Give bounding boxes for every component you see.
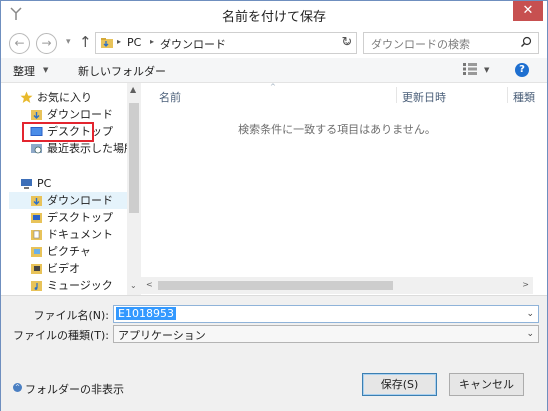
scroll-right-icon[interactable]: >	[522, 280, 529, 289]
nav-favorites[interactable]: お気に入り	[20, 89, 125, 106]
address-row: ← → ▾ ↑ ▸ PC ▸ ダウンロード ⌄ ↻ ダウンロードの検索	[1, 28, 547, 58]
nav-item-label: ミュージック	[47, 279, 113, 292]
horizontal-scrollbar[interactable]: < >	[141, 277, 533, 294]
nav-pc[interactable]: PC	[20, 175, 125, 192]
search-icon	[521, 36, 532, 47]
download-folder-icon	[31, 196, 42, 206]
collapse-icon: ^	[13, 383, 22, 392]
nav-item-desktop[interactable]: デスクトップ	[30, 209, 125, 226]
breadcrumb-separator: ▸	[117, 37, 122, 46]
command-bar: 整理 ▼ 新しいフォルダー ▼ ?	[1, 58, 547, 83]
desktop-icon	[31, 213, 42, 223]
breadcrumb-pc[interactable]: PC	[127, 36, 141, 49]
filetype-value: アプリケーション	[118, 329, 206, 342]
videos-icon	[31, 264, 42, 274]
title-bar: 名前を付けて保存 ✕	[1, 1, 547, 28]
highlight-annotation	[22, 122, 94, 142]
breadcrumb-downloads[interactable]: ダウンロード	[160, 36, 226, 52]
music-icon	[31, 281, 42, 291]
nav-item-downloads[interactable]: ダウンロード	[9, 192, 127, 209]
nav-item-label: 最近表示した場所	[47, 142, 135, 155]
chevron-down-icon: ▼	[43, 66, 49, 74]
search-input[interactable]: ダウンロードの検索	[363, 32, 539, 54]
column-header-type[interactable]: 種類	[513, 89, 535, 105]
new-folder-button[interactable]: 新しいフォルダー	[78, 63, 166, 79]
cancel-button[interactable]: キャンセル	[449, 373, 524, 396]
column-divider[interactable]	[507, 87, 508, 103]
scroll-up-icon[interactable]: ▲	[130, 85, 136, 94]
nav-item-label: ダウンロード	[47, 108, 113, 121]
nav-item-documents[interactable]: ドキュメント	[30, 226, 125, 243]
column-header-name[interactable]: 名前	[159, 89, 181, 105]
filetype-select[interactable]: アプリケーション ⌄	[113, 325, 539, 343]
nav-item-videos[interactable]: ビデオ	[30, 260, 125, 277]
documents-icon	[31, 230, 42, 240]
nav-item-label: ピクチャ	[47, 245, 91, 258]
close-button[interactable]: ✕	[513, 1, 543, 21]
nav-pc-label: PC	[37, 177, 52, 190]
filename-value[interactable]: E1018953	[116, 307, 176, 320]
chevron-down-icon[interactable]: ▼	[484, 66, 489, 74]
file-list: ^ 名前 更新日時 種類 検索条件に一致する項目はありません。 < >	[141, 83, 547, 295]
up-button[interactable]: ↑	[79, 33, 92, 51]
computer-icon	[21, 179, 32, 189]
window-title: 名前を付けて保存	[221, 10, 326, 25]
nav-item-label: ドキュメント	[47, 228, 113, 241]
scrollbar-thumb[interactable]	[158, 281, 393, 290]
filetype-label: ファイルの種類(T):	[12, 329, 109, 342]
hide-folders-label: フォルダーの非表示	[25, 383, 124, 396]
nav-favorites-label: お気に入り	[37, 91, 92, 104]
save-as-dialog: 名前を付けて保存 ✕ ← → ▾ ↑ ▸ PC ▸ ダウンロード ⌄ ↻ ダウン…	[0, 0, 548, 411]
chevron-down-icon[interactable]: ⌄	[526, 329, 534, 339]
column-divider[interactable]	[396, 87, 397, 103]
column-header-modified[interactable]: 更新日時	[402, 89, 446, 105]
chevron-down-icon[interactable]: ⌄	[526, 309, 534, 319]
forward-button[interactable]: →	[36, 33, 57, 54]
save-button[interactable]: 保存(S)	[362, 373, 437, 396]
nav-item-label: デスクトップ	[47, 211, 113, 224]
navigation-scrollbar[interactable]: ▲ ⌄	[127, 83, 141, 295]
empty-message: 検索条件に一致する項目はありません。	[238, 123, 436, 136]
refresh-button[interactable]: ↻	[337, 32, 357, 54]
scroll-down-icon[interactable]: ⌄	[130, 281, 137, 290]
sort-indicator-icon: ^	[270, 83, 276, 91]
filename-label: ファイル名(N):	[33, 309, 109, 322]
search-placeholder: ダウンロードの検索	[371, 38, 470, 51]
nav-item-label: ダウンロード	[47, 194, 113, 207]
navigation-pane: お気に入り ダウンロード デスクトップ 最近表示した場所 PC ダウンロード デ…	[1, 83, 141, 295]
star-icon	[20, 91, 33, 103]
address-bar[interactable]: ▸ PC ▸ ダウンロード ⌄	[95, 32, 357, 54]
back-button[interactable]: ←	[9, 33, 30, 54]
scroll-left-icon[interactable]: <	[146, 280, 153, 289]
nav-item-pictures[interactable]: ピクチャ	[30, 243, 125, 260]
organize-button[interactable]: 整理	[13, 63, 35, 79]
download-folder-icon	[31, 110, 42, 120]
recent-places-icon	[31, 144, 42, 154]
pictures-icon	[31, 247, 42, 257]
nav-item-downloads-favorite[interactable]: ダウンロード	[30, 106, 125, 123]
view-options-icon[interactable]	[463, 63, 477, 75]
breadcrumb-separator: ▸	[150, 37, 155, 46]
nav-item-music[interactable]: ミュージック	[30, 277, 125, 294]
help-button[interactable]: ?	[515, 63, 529, 77]
scrollbar-thumb[interactable]	[129, 103, 139, 213]
filename-field[interactable]: E1018953 ⌄	[113, 305, 539, 323]
folder-icon	[101, 38, 113, 48]
save-options-panel: ファイル名(N): E1018953 ⌄ ファイルの種類(T): アプリケーショ…	[1, 295, 547, 411]
nav-item-label: ビデオ	[47, 262, 80, 275]
nav-item-recent-places[interactable]: 最近表示した場所	[30, 140, 135, 157]
recent-locations-dropdown[interactable]: ▾	[66, 37, 71, 47]
